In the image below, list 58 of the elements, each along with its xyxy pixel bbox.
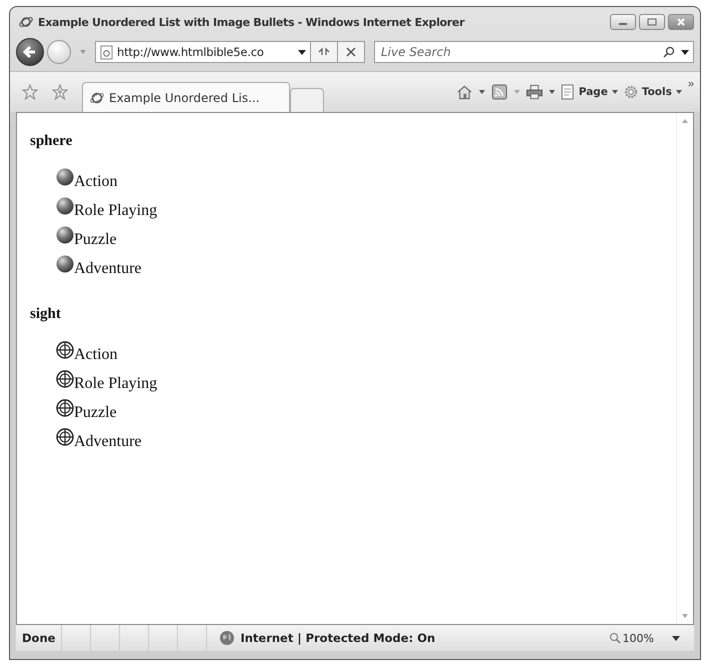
home-icon[interactable] — [456, 84, 473, 100]
list-item: Role Playing — [74, 375, 158, 393]
page-icon — [100, 44, 113, 60]
stop-button[interactable] — [337, 41, 365, 63]
printer-icon[interactable] — [526, 84, 543, 100]
close-icon — [345, 46, 357, 58]
more-button[interactable]: » — [688, 78, 694, 90]
close-button[interactable] — [668, 14, 694, 30]
status-text: Done — [21, 631, 56, 645]
zoom-button[interactable]: 100% — [608, 632, 672, 644]
list-item: Adventure — [74, 433, 142, 451]
browser-tab[interactable]: Example Unordered Lis... — [82, 82, 290, 112]
crosshair-icon — [56, 341, 74, 359]
sphere-icon — [56, 168, 74, 186]
globe-icon — [219, 630, 236, 646]
search-box[interactable]: Live Search — [374, 41, 694, 63]
list-item: Puzzle — [74, 231, 117, 249]
gear-icon — [624, 84, 638, 100]
list-item: Role Playing — [74, 202, 158, 220]
maximize-button[interactable] — [639, 14, 665, 30]
close-icon — [675, 18, 687, 26]
back-button[interactable] — [16, 38, 44, 66]
caret-icon[interactable] — [298, 50, 306, 54]
caret-icon[interactable] — [672, 636, 680, 640]
search-field[interactable]: Live Search — [379, 44, 657, 60]
sphere-icon — [56, 226, 74, 244]
caret-icon[interactable] — [548, 90, 555, 94]
list-item: Adventure — [74, 260, 142, 278]
tools-menu-button[interactable]: Tools — [624, 84, 682, 100]
list-item: Puzzle — [74, 404, 117, 422]
crosshair-icon — [56, 370, 74, 388]
minimize-button[interactable] — [610, 14, 636, 30]
star-icon[interactable] — [22, 84, 38, 100]
crosshair-icon — [56, 399, 74, 417]
feed-icon[interactable] — [490, 84, 508, 100]
address-field[interactable]: http://www.htmlbible5e.co — [95, 41, 311, 63]
page-icon — [560, 84, 575, 100]
caret-icon[interactable] — [681, 50, 689, 54]
search-icon[interactable] — [663, 46, 675, 58]
refresh-icon — [317, 46, 331, 58]
caret-icon[interactable] — [478, 90, 485, 94]
section-heading: sight — [30, 306, 62, 323]
ie-logo-icon — [18, 14, 34, 30]
caret-icon — [612, 90, 618, 94]
security-zone-text: Internet | Protected Mode: On — [240, 631, 436, 645]
page-menu-button[interactable]: Page — [560, 84, 618, 100]
maximize-icon — [646, 18, 658, 26]
star-add-icon[interactable] — [52, 84, 68, 100]
caret-icon — [676, 90, 682, 94]
refresh-button[interactable] — [310, 41, 338, 63]
sphere-icon — [56, 197, 74, 215]
window-title: Example Unordered List with Image Bullets - Windows Internet Explorer — [38, 16, 466, 28]
sphere-icon — [56, 255, 74, 273]
list-item: Action — [74, 346, 118, 364]
zoom-icon — [608, 632, 621, 644]
list-item: Action — [74, 173, 118, 191]
section-heading: sphere — [30, 133, 74, 150]
crosshair-icon — [56, 428, 74, 446]
